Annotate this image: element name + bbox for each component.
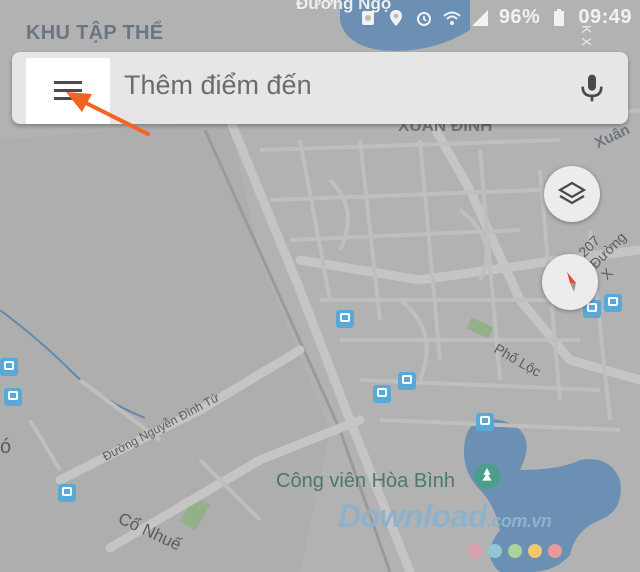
bus-stop-icon[interactable] [336,310,354,328]
status-bar: Đường Ngọ 96% 09:49 [0,0,640,40]
microphone-icon[interactable] [576,72,608,104]
search-bar[interactable] [12,52,628,124]
bus-stop-icon[interactable] [398,372,416,390]
battery-icon [550,8,568,27]
park-label-cong-vien-hoa-binh[interactable]: Công viên Hòa Bình [276,470,455,493]
park-pin-icon[interactable] [473,462,501,490]
compass-icon [567,272,576,292]
signal-icon [471,9,489,27]
bus-stop-icon[interactable] [476,413,494,431]
watermark-logo: Download.com.vn [338,498,552,535]
watermark-dot [548,544,562,558]
wifi-icon [443,9,461,27]
watermark-domain: .com.vn [486,511,552,531]
road-label-left: ó [0,436,12,458]
status-icons: 96% 09:49 [359,6,632,29]
battery-percent: 96% [498,6,541,28]
bus-stop-icon[interactable] [4,388,22,406]
layers-button[interactable] [544,166,600,222]
watermark-dot [528,544,542,558]
watermark-dot [468,544,482,558]
bus-stop-icon[interactable] [58,484,76,502]
bus-stop-icon[interactable] [604,294,622,312]
location-icon [387,9,405,27]
alarm-icon [415,9,433,27]
notification-icon [359,9,377,27]
watermark-dot [488,544,502,558]
watermark-brand: Download [338,498,487,534]
compass-button[interactable] [542,254,598,310]
menu-button[interactable] [26,58,110,124]
watermark-dot [508,544,522,558]
clock: 09:49 [578,6,632,28]
hamburger-menu-icon [54,81,82,100]
watermark-dots [468,544,562,558]
bus-stop-icon[interactable] [0,358,18,376]
bus-stop-icon[interactable] [373,385,391,403]
search-input[interactable]: Thêm điểm đến [124,70,312,101]
layers-icon [557,181,587,205]
